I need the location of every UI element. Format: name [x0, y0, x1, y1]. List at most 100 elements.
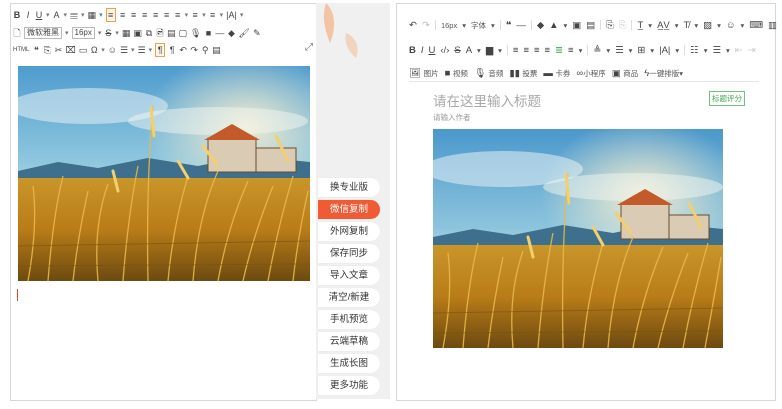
- video-icon[interactable]: ■: [204, 27, 212, 39]
- line-spacing-icon[interactable]: ≜: [593, 45, 601, 56]
- paragraph-rtl-icon[interactable]: ¶: [168, 44, 176, 56]
- chevron-down-icon[interactable]: ▾: [65, 29, 69, 37]
- media-vote[interactable]: ▮▮ 投票: [509, 68, 537, 79]
- chevron-down-icon[interactable]: ▾: [741, 21, 745, 30]
- page-margin-icon[interactable]: ⊞: [637, 45, 645, 56]
- align-right-button[interactable]: ≡: [130, 9, 138, 21]
- chevron-down-icon[interactable]: ▾: [101, 46, 105, 54]
- code-icon[interactable]: ⌨: [749, 20, 763, 31]
- text-direction-button[interactable]: |A|: [226, 9, 237, 21]
- chevron-down-icon[interactable]: ▾: [606, 46, 610, 55]
- menu-item-cloud-drafts[interactable]: 云端草稿: [318, 332, 380, 351]
- indent-right-icon[interactable]: ⇥: [748, 45, 756, 56]
- align-justify-icon[interactable]: ≣: [555, 45, 563, 56]
- align-justify-button[interactable]: ≡: [141, 9, 149, 21]
- chevron-down-icon[interactable]: ▾: [462, 21, 466, 30]
- bold-icon[interactable]: B: [409, 45, 416, 56]
- emoji-icon[interactable]: ☺: [108, 44, 117, 56]
- italic-button[interactable]: I: [24, 9, 32, 21]
- border-icon[interactable]: ▨: [703, 20, 712, 31]
- code-inline-icon[interactable]: ‹/›: [440, 45, 449, 56]
- menu-item-external-copy[interactable]: 外网复制: [318, 222, 380, 241]
- font-size-select[interactable]: 16px: [441, 21, 457, 30]
- chevron-down-icon[interactable]: ▾: [694, 21, 698, 30]
- align-center-button[interactable]: ≡: [119, 9, 127, 21]
- menu-item-pro-version[interactable]: 换专业版: [318, 178, 380, 197]
- spacing-button[interactable]: ≡: [174, 9, 182, 21]
- font-size-select[interactable]: 16px: [71, 27, 95, 39]
- unordered-list-icon[interactable]: ☰: [120, 44, 128, 56]
- menu-item-mobile-preview[interactable]: 手机预览: [318, 310, 380, 329]
- html-icon[interactable]: HTML: [13, 44, 29, 56]
- chevron-down-icon[interactable]: ▾: [99, 11, 103, 19]
- chevron-down-icon[interactable]: ▾: [675, 21, 679, 30]
- preview-icon[interactable]: ▤: [212, 44, 221, 56]
- outdent-icon[interactable]: ⇤: [735, 45, 743, 56]
- media-layout[interactable]: ϟ一键排版▾: [644, 68, 683, 79]
- undo-icon[interactable]: ↶: [409, 20, 417, 31]
- chevron-down-icon[interactable]: ▾: [149, 46, 153, 54]
- chevron-down-icon[interactable]: ▾: [81, 11, 85, 19]
- bold-button[interactable]: B: [13, 9, 21, 21]
- template-icon[interactable]: ▣: [572, 20, 581, 31]
- unordered-list-icon[interactable]: ☰: [712, 45, 721, 56]
- clear-format-icon[interactable]: T̸: [684, 20, 690, 31]
- template-icon[interactable]: ▭: [79, 44, 88, 56]
- emoji-icon[interactable]: ☺: [726, 20, 736, 31]
- spacing-icon[interactable]: ≡: [568, 45, 574, 56]
- menu-item-import-article[interactable]: 导入文章: [318, 266, 380, 285]
- image-icon[interactable]: ▣: [133, 27, 142, 39]
- chevron-down-icon[interactable]: ▾: [131, 46, 135, 54]
- underline-button[interactable]: U: [35, 9, 43, 21]
- chevron-down-icon[interactable]: ▾: [650, 46, 654, 55]
- media-audio[interactable]: 🎙 音频: [474, 68, 504, 79]
- letter-spacing-icon[interactable]: A̲V̲: [657, 20, 670, 31]
- media-video[interactable]: ■ 视频: [445, 68, 468, 79]
- chevron-down-icon[interactable]: ▾: [240, 11, 244, 19]
- chevron-down-icon[interactable]: ▾: [477, 46, 481, 55]
- title-input[interactable]: 请在这里输入标题: [433, 90, 541, 110]
- mic-icon[interactable]: 🎙: [190, 27, 201, 39]
- indent-button[interactable]: ≡: [152, 9, 160, 21]
- expand-icon[interactable]: ⤢: [305, 42, 313, 53]
- media-miniprogram[interactable]: ∞小程序: [576, 68, 605, 79]
- list-button[interactable]: ≡: [209, 9, 217, 21]
- chevron-down-icon[interactable]: ▾: [491, 21, 495, 30]
- italic-icon[interactable]: I: [421, 45, 424, 56]
- unlink-icon[interactable]: ✂: [54, 44, 63, 56]
- highlight-icon[interactable]: ▲: [549, 20, 558, 31]
- chevron-down-icon[interactable]: ▾: [629, 46, 633, 55]
- divider-button[interactable]: ≡: [191, 9, 199, 21]
- menu-item-save-sync[interactable]: 保存同步: [318, 244, 380, 263]
- chevron-down-icon[interactable]: ▾: [115, 29, 119, 37]
- undo-icon[interactable]: ↶: [179, 44, 187, 56]
- quote-icon[interactable]: ❝: [506, 20, 512, 31]
- link-icon[interactable]: ⎘: [606, 20, 614, 31]
- chevron-down-icon[interactable]: ▾: [220, 11, 224, 19]
- chevron-down-icon[interactable]: ▾: [564, 21, 568, 30]
- frame-icon[interactable]: ▢: [178, 27, 187, 39]
- search-icon[interactable]: ⚲: [201, 44, 209, 56]
- media-image[interactable]: 🖼 图片: [409, 68, 439, 79]
- copy-icon[interactable]: ⧉: [145, 27, 153, 39]
- save-icon[interactable]: ▥: [768, 20, 777, 31]
- media-shop[interactable]: ▣ 商品: [612, 68, 639, 79]
- font-family-select[interactable]: 微软雅黑: [24, 27, 62, 39]
- author-input[interactable]: 请输入作者: [433, 112, 471, 123]
- menu-item-long-image[interactable]: 生成长图: [318, 354, 380, 373]
- font-color-button[interactable]: A: [53, 9, 61, 21]
- font-family-select[interactable]: 字体: [471, 20, 486, 31]
- menu-item-wechat-copy[interactable]: 微信复制: [318, 200, 380, 219]
- chevron-down-icon[interactable]: ▾: [46, 11, 50, 19]
- paragraph-spacing-icon[interactable]: ☰: [615, 45, 624, 56]
- title-score-button[interactable]: 标题评分: [709, 91, 745, 106]
- text-direction-icon[interactable]: |A|: [659, 45, 670, 56]
- ordered-list-icon[interactable]: ☷: [690, 45, 699, 56]
- redo-icon[interactable]: ↷: [422, 20, 430, 31]
- diamond-icon[interactable]: ◆: [227, 27, 235, 39]
- picture-icon[interactable]: 🖻: [156, 27, 164, 39]
- chevron-down-icon[interactable]: ▾: [64, 11, 68, 19]
- chevron-down-icon[interactable]: ▾: [498, 46, 502, 55]
- align-left-icon[interactable]: ≡: [523, 45, 529, 56]
- format-brush-icon[interactable]: 🖌: [238, 27, 249, 39]
